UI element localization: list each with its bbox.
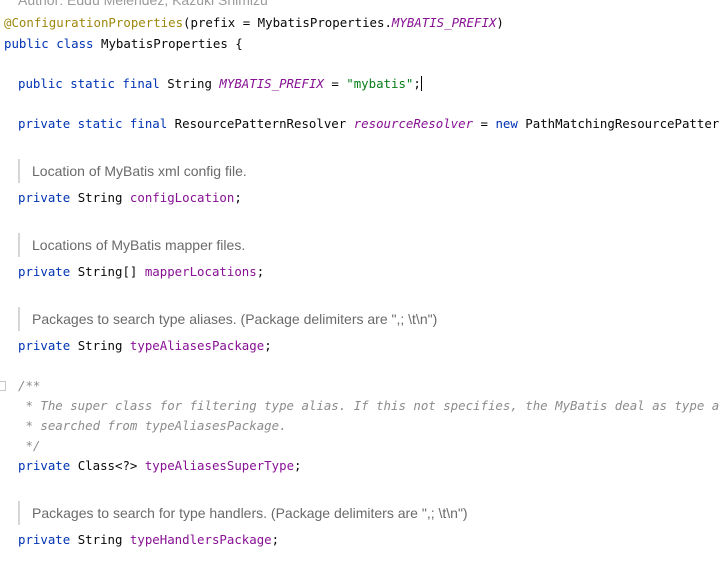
resolver-type: ResourcePatternResolver [174, 116, 354, 131]
config-end: ; [234, 190, 242, 205]
prefix-end: ; [413, 76, 421, 91]
aliases-end: ; [264, 338, 272, 353]
author-doc-partial: Author: Eddú Meléndez, Kazuki Shimizu [18, 0, 268, 8]
handlers-end: ; [271, 532, 280, 547]
config-name: configLocation [129, 190, 235, 205]
aliases-modifiers: private [18, 338, 78, 353]
class-name: MybatisProperties { [100, 36, 243, 51]
resolver-new: new [495, 116, 526, 131]
mapper-locations-field-line[interactable]: private String[] mapperLocations; [18, 262, 264, 282]
aliases-name: typeAliasesPackage [129, 338, 265, 353]
prefix-name: MYBATIS_PREFIX [219, 76, 324, 91]
handlers-type: String [77, 532, 130, 547]
resolver-name: resourceResolver [353, 116, 474, 131]
aliases-type: String [77, 338, 130, 353]
doc-comment-config-location: Location of MyBatis xml config file. [18, 159, 719, 183]
block-comment-line-1: * The super class for filtering type ali… [25, 398, 719, 413]
config-location-field-line[interactable]: private String configLocation; [18, 188, 242, 208]
supertype-type: Class<?> [77, 458, 145, 473]
mapper-modifiers: private [18, 264, 78, 279]
class-keywords: public class [4, 36, 101, 51]
block-comment-close: */ [18, 438, 41, 453]
annotation-token: @ConfigurationProperties [4, 15, 184, 30]
doc-config-text: Location of MyBatis xml config file. [32, 163, 247, 179]
handlers-modifiers: private [18, 532, 78, 547]
class-declaration-line[interactable]: public class MybatisProperties { [4, 34, 243, 54]
mapper-name: mapperLocations [144, 264, 257, 279]
doc-mapper-text: Locations of MyBatis mapper files. [32, 237, 246, 253]
config-type: String [77, 190, 130, 205]
resolver-field-line[interactable]: private static final ResourcePatternReso… [18, 114, 719, 134]
annotation-const: MYBATIS_PREFIX [391, 15, 497, 30]
resolver-modifiers: private static final [18, 116, 175, 131]
prefix-type: String [167, 76, 220, 91]
mapper-type: String[] [77, 264, 145, 279]
doc-comment-mapper-locations: Locations of MyBatis mapper files. [18, 233, 719, 257]
prefix-modifiers: public static final [18, 76, 168, 91]
doc-aliases-text: Packages to search type aliases. (Packag… [32, 311, 438, 327]
block-comment-line-2: * searched from typeAliasesPackage. [18, 418, 287, 433]
resolver-eq: = [473, 116, 496, 131]
config-modifiers: private [18, 190, 78, 205]
annotation-args: (prefix = MybatisProperties. [183, 15, 392, 30]
supertype-name: typeAliasesSuperType [144, 458, 295, 473]
doc-comment-type-handlers: Packages to search for type handlers. (P… [18, 501, 719, 525]
supertype-modifiers: private [18, 458, 78, 473]
type-aliases-super-type-field-line[interactable]: private Class<?> typeAliasesSuperType; [18, 456, 302, 476]
code-editor[interactable]: Author: Eddú Meléndez, Kazuki Shimizu @C… [0, 0, 719, 571]
fold-icon[interactable] [0, 381, 6, 391]
handlers-name: typeHandlersPackage [129, 532, 272, 547]
type-handlers-package-field-line[interactable]: private String typeHandlersPackage; [18, 530, 279, 550]
prefix-eq: = [323, 76, 347, 91]
doc-comment-type-aliases: Packages to search type aliases. (Packag… [18, 307, 719, 331]
doc-handlers-text: Packages to search for type handlers. (P… [32, 505, 468, 521]
mapper-end: ; [256, 264, 265, 279]
prefix-value: "mybatis" [346, 76, 414, 91]
block-comment-open: /** [18, 378, 41, 393]
resolver-ctor: PathMatchingResourcePatternResolver(); [525, 116, 719, 131]
annotation-close: ) [496, 15, 504, 30]
prefix-field-line[interactable]: public static final String MYBATIS_PREFI… [18, 74, 422, 94]
type-aliases-package-field-line[interactable]: private String typeAliasesPackage; [18, 336, 272, 356]
annotation-line[interactable]: @ConfigurationProperties(prefix = Mybati… [4, 13, 504, 33]
supertype-end: ; [294, 458, 302, 473]
text-caret [420, 76, 422, 91]
